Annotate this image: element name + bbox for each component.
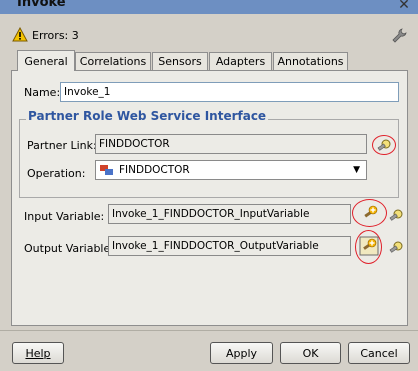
input-variable-value: Invoke_1_FINDDOCTOR_InputVariable <box>112 208 310 220</box>
wrench-icon[interactable] <box>390 27 408 45</box>
bottom-separator <box>0 330 418 331</box>
cancel-button[interactable]: Cancel <box>348 342 410 364</box>
tab-adapters[interactable]: Adapters <box>209 52 272 70</box>
operation-icon <box>100 165 113 175</box>
tab-general[interactable]: General <box>17 50 75 71</box>
tab-annotations[interactable]: Annotations <box>273 52 348 70</box>
partner-link-value: FINDDOCTOR <box>99 138 170 150</box>
tab-label: General <box>24 54 68 68</box>
flashlight-browse-icon[interactable] <box>386 238 406 258</box>
warning-icon <box>12 27 28 42</box>
partner-link-label: Partner Link: <box>27 139 97 152</box>
window-title: Invoke <box>17 0 66 10</box>
tab-sensors[interactable]: Sensors <box>152 52 208 70</box>
name-value: Invoke_1 <box>64 86 111 98</box>
tab-label: Annotations <box>277 55 344 68</box>
help-button-label: Help <box>25 346 51 360</box>
partner-link-field: FINDDOCTOR <box>95 134 367 154</box>
output-variable-value: Invoke_1_FINDDOCTOR_OutputVariable <box>112 240 319 252</box>
create-variable-icon[interactable] <box>359 236 379 256</box>
operation-value: FINDDOCTOR <box>119 164 190 176</box>
ok-button[interactable]: OK <box>280 342 341 364</box>
cancel-button-label: Cancel <box>360 346 398 360</box>
chevron-down-icon[interactable]: ▼ <box>353 165 360 175</box>
flashlight-browse-icon[interactable] <box>386 206 406 226</box>
interface-groupbox <box>19 119 399 198</box>
create-variable-icon[interactable] <box>360 204 380 224</box>
output-variable-field: Invoke_1_FINDDOCTOR_OutputVariable <box>108 236 351 256</box>
apply-button-label: Apply <box>225 346 258 360</box>
name-field[interactable]: Invoke_1 <box>60 82 399 102</box>
name-label: Name: <box>24 86 61 99</box>
errors-indicator: Errors: 3 <box>12 27 79 43</box>
input-variable-field: Invoke_1_FINDDOCTOR_InputVariable <box>108 204 351 224</box>
apply-button[interactable]: Apply <box>210 342 273 364</box>
tab-correlations[interactable]: Correlations <box>75 52 151 70</box>
operation-select[interactable]: FINDDOCTOR ▼ <box>95 160 367 180</box>
output-variable-label: Output Variable: <box>24 242 114 255</box>
flashlight-browse-icon[interactable] <box>374 136 394 156</box>
close-button[interactable]: ✕ <box>396 0 412 13</box>
errors-label: Errors: 3 <box>32 28 79 42</box>
tab-label: Sensors <box>158 55 202 68</box>
help-button[interactable]: Help <box>12 342 64 364</box>
tab-label: Correlations <box>79 55 147 68</box>
input-variable-label: Input Variable: <box>24 210 105 223</box>
interface-group-title: Partner Role Web Service Interface <box>26 109 269 123</box>
operation-label: Operation: <box>27 167 86 180</box>
tab-label: Adapters <box>215 55 266 68</box>
ok-button-label: OK <box>302 346 319 360</box>
